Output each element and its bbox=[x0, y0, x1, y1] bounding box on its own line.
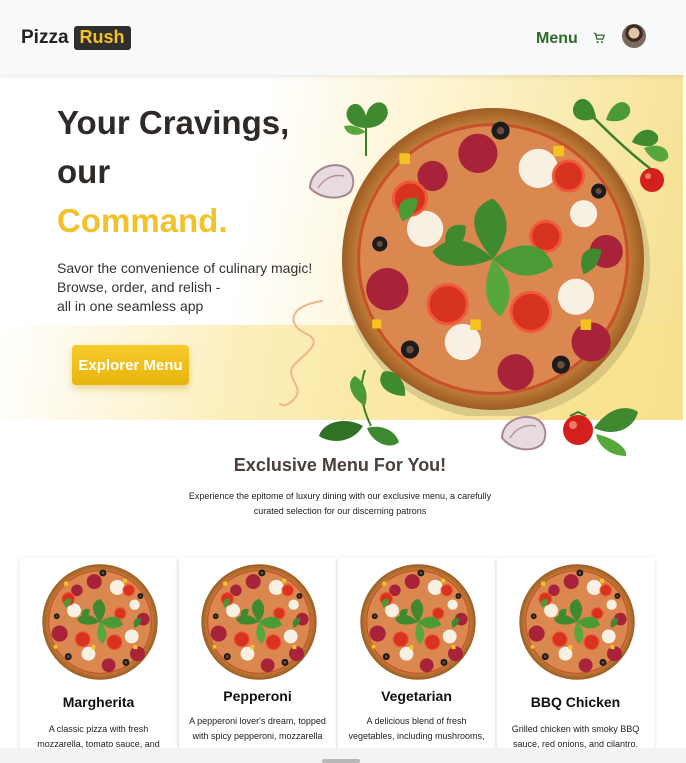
hero-desc-line2: Browse, order, and relish - bbox=[57, 279, 221, 295]
nav-menu-link[interactable]: Menu bbox=[536, 30, 578, 48]
pizza-image bbox=[41, 563, 159, 681]
menu-card-pepperoni[interactable]: Pepperoni A pepperoni lover's dream, top… bbox=[179, 558, 336, 758]
menu-card-title: Pepperoni bbox=[223, 688, 292, 704]
menu-card-title: Vegetarian bbox=[381, 688, 452, 704]
pizza-image bbox=[518, 563, 636, 681]
menu-cards: Margherita A classic pizza with fresh mo… bbox=[20, 558, 654, 758]
hero-title-line2: our bbox=[57, 153, 111, 190]
menu-card-bbq-chicken[interactable]: BBQ Chicken Grilled chicken with smoky B… bbox=[497, 558, 654, 758]
hero-desc-line1: Savor the convenience of culinary magic! bbox=[57, 260, 313, 276]
explore-menu-button[interactable]: Explorer Menu bbox=[72, 345, 189, 385]
herb-sprig-icon bbox=[572, 98, 669, 192]
hero-title-accent: Command. bbox=[57, 202, 228, 239]
parsley-leaf-icon bbox=[344, 102, 388, 156]
menu-card-vegetarian[interactable]: Vegetarian A delicious blend of fresh ve… bbox=[338, 558, 495, 758]
brand-name-first: Pizza bbox=[21, 27, 69, 48]
menu-card-title: BBQ Chicken bbox=[530, 694, 621, 710]
user-avatar-icon[interactable] bbox=[622, 24, 646, 48]
section-title: Exclusive Menu For You! bbox=[233, 455, 447, 475]
hero-title: Your Cravings, our Command. bbox=[57, 98, 289, 245]
menu-card-desc: A pepperoni lover's dream, topped with s… bbox=[189, 716, 326, 741]
brand-logo[interactable]: Pizza Rush bbox=[21, 26, 131, 50]
brand-name-second: Rush bbox=[73, 26, 131, 50]
basil-leaves-icon bbox=[319, 369, 406, 446]
section-subtitle: Experience the epitome of luxury dining … bbox=[188, 491, 492, 516]
menu-card-title: Margherita bbox=[62, 694, 135, 710]
hero-title-line1: Your Cravings, bbox=[57, 104, 290, 141]
garlic-tomato-decoration bbox=[500, 408, 638, 456]
menu-card-margherita[interactable]: Margherita A classic pizza with fresh mo… bbox=[20, 558, 177, 758]
pizza-image bbox=[359, 563, 477, 681]
navbar: Pizza Rush Menu bbox=[0, 0, 686, 75]
pizza-image bbox=[200, 563, 318, 681]
garlic-icon bbox=[308, 164, 355, 199]
scroll-handle[interactable] bbox=[322, 759, 360, 763]
cart-icon[interactable] bbox=[592, 31, 606, 45]
menu-card-desc: A delicious blend of fresh vegetables, i… bbox=[348, 716, 485, 741]
